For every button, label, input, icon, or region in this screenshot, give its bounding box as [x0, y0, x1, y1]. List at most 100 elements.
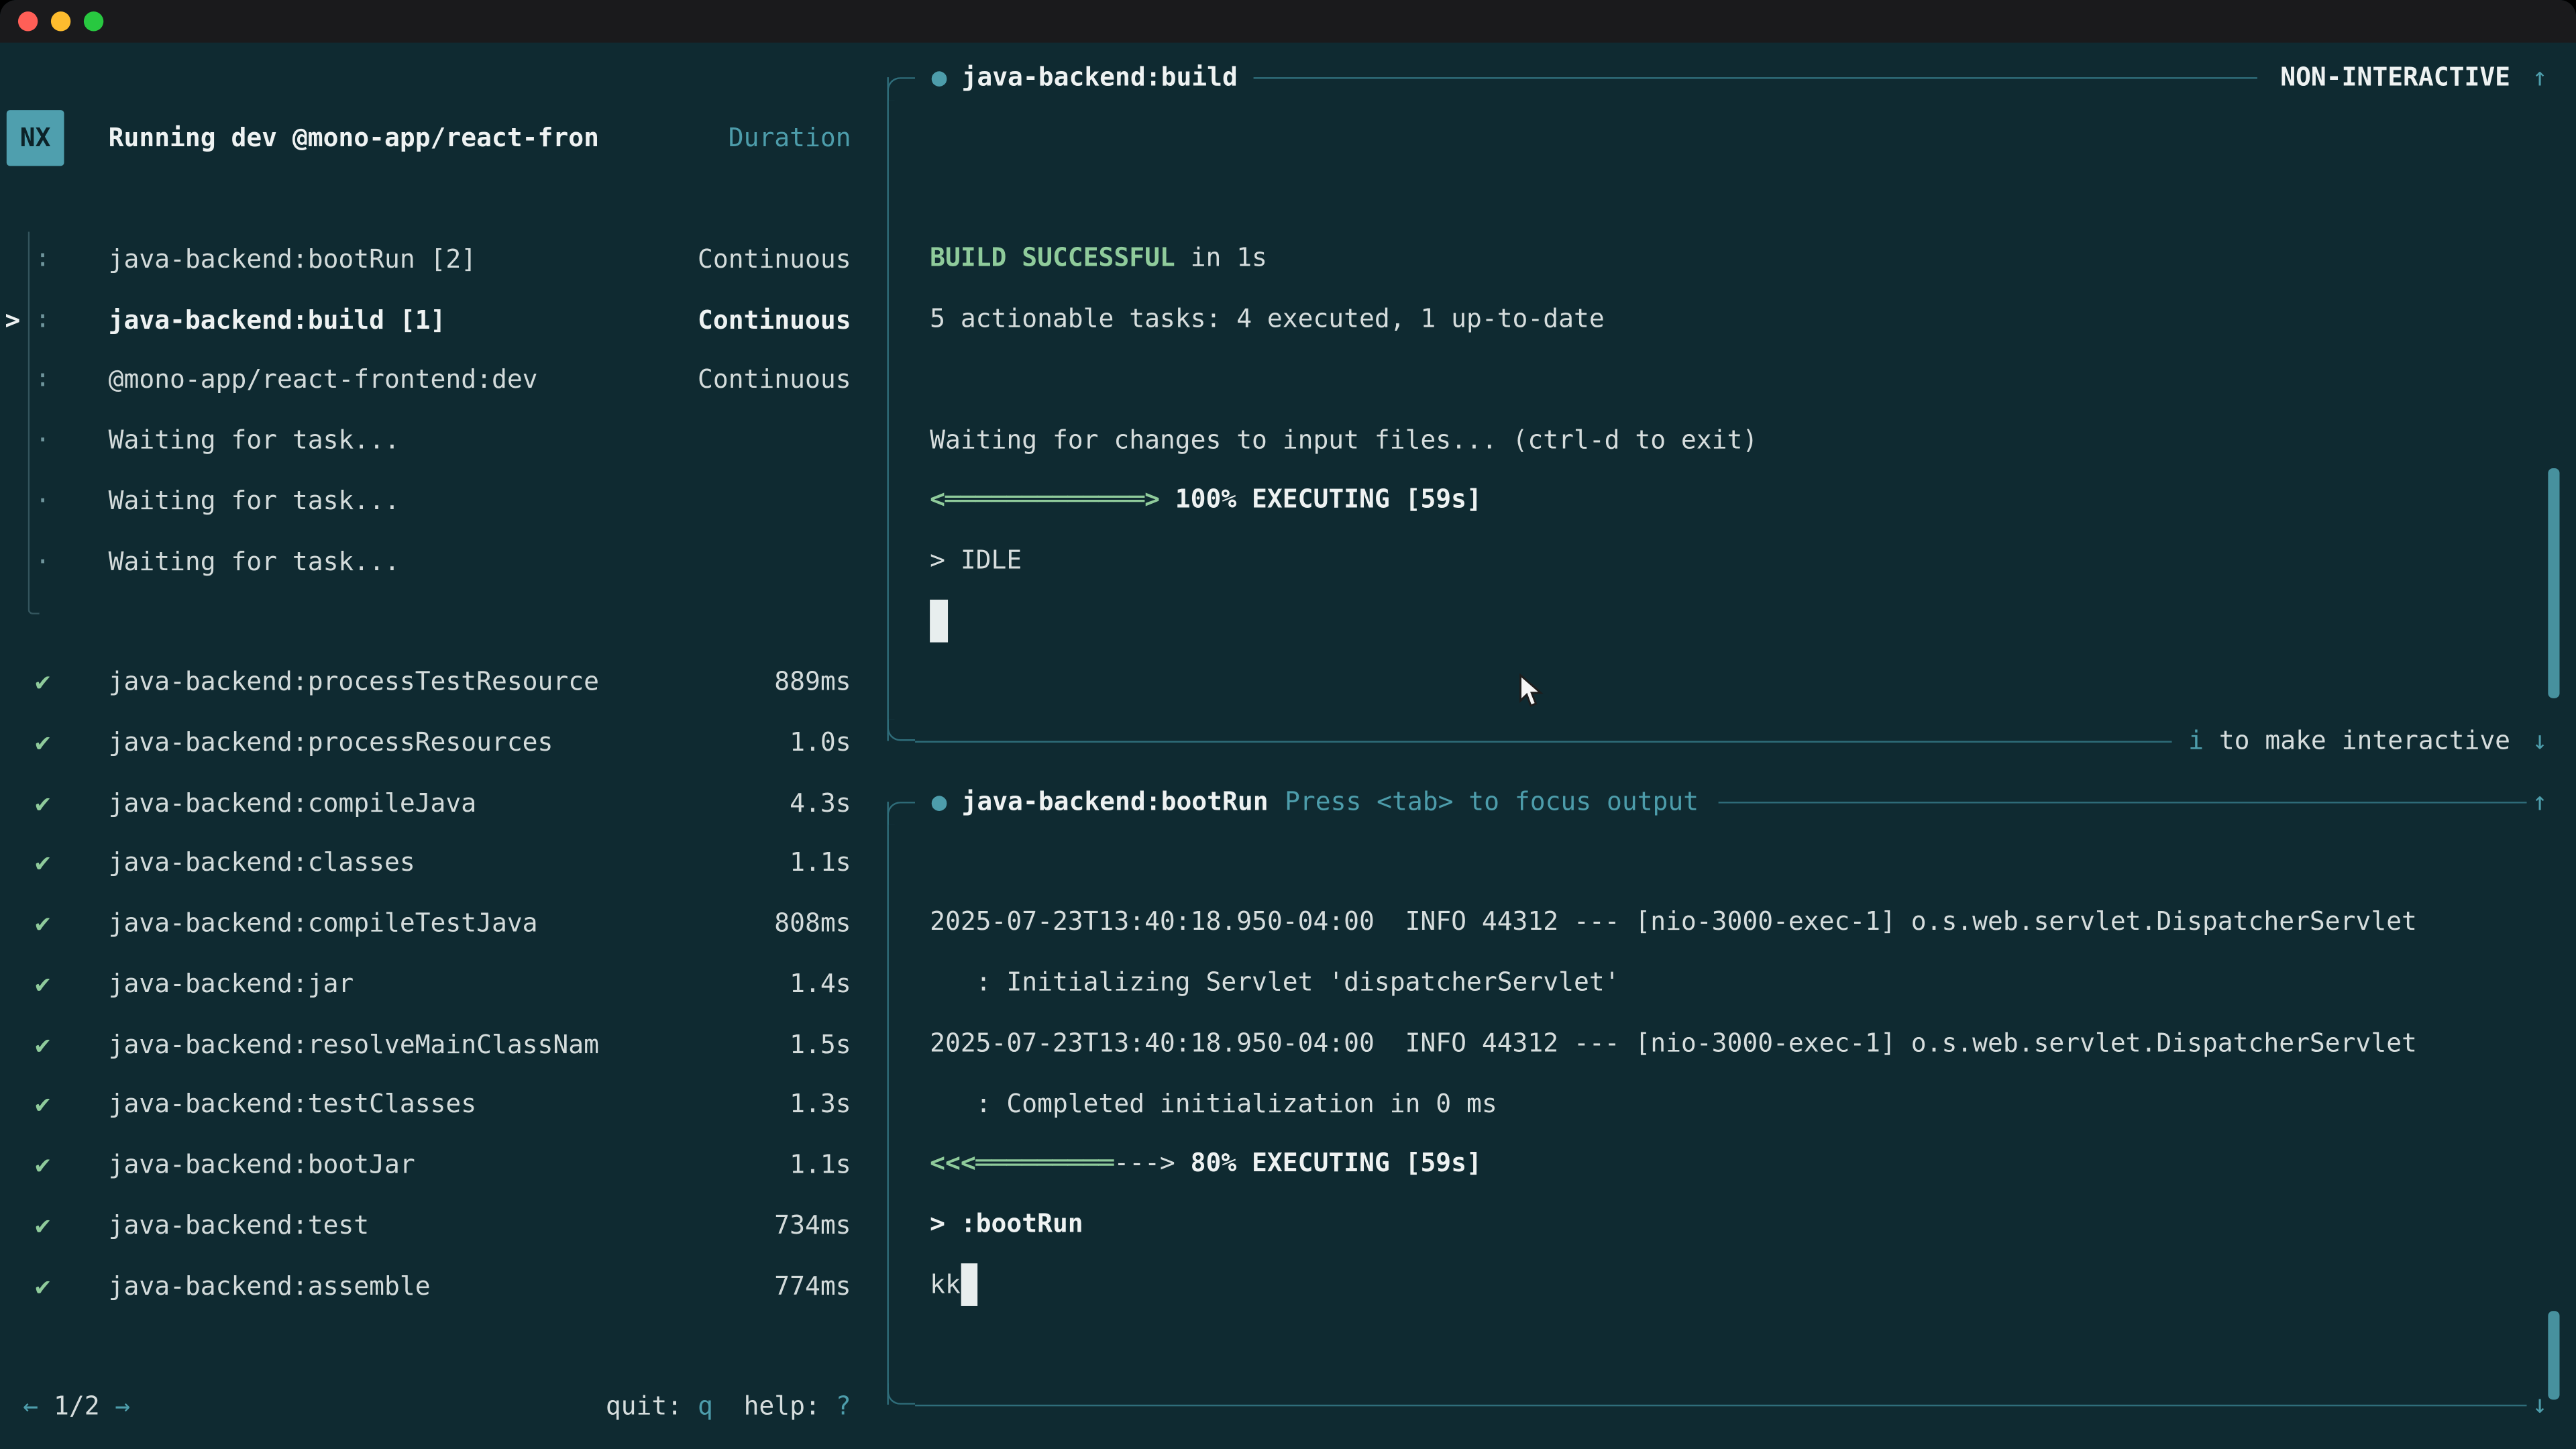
- text-segment: > :bootRun: [930, 1210, 1083, 1239]
- task-status-bullet-icon: ●: [932, 787, 947, 816]
- task-name: java-backend:bootJar: [109, 1150, 415, 1180]
- task-name: java-backend:compileJava: [109, 788, 476, 818]
- text-segment: : Completed initialization in 0 ms: [930, 1089, 1497, 1118]
- completed-task-row[interactable]: ✔java-backend:jar1.4s: [0, 954, 887, 1014]
- completed-task-row[interactable]: ✔ java-backend:processResources 1.0s: [0, 712, 887, 773]
- panel-border-corner: [887, 1383, 915, 1405]
- check-icon: ✔: [32, 667, 54, 697]
- terminal-line: Waiting for changes to input files... (c…: [930, 409, 2524, 470]
- completed-task-row[interactable]: ✔java-backend:classes1.1s: [0, 833, 887, 894]
- text-segment: i: [2188, 726, 2204, 755]
- check-icon: ✔: [32, 969, 54, 999]
- panel-border-line: [915, 1404, 2526, 1405]
- check-icon: ✔: [32, 728, 54, 757]
- text-segment: 100% EXECUTING [59s]: [1160, 485, 1482, 515]
- scrollbar-thumb[interactable]: [2548, 1311, 2559, 1399]
- panel-build-title-group: ● java-backend:build: [915, 62, 1254, 92]
- terminal-line: 5 actionable tasks: 4 executed, 1 up-to-…: [930, 288, 2524, 349]
- text-segment: BUILD SUCCESSFUL: [930, 244, 1175, 273]
- panel-bootrun-title-group: ● java-backend:bootRun: [915, 787, 1285, 816]
- text-segment: [961, 1263, 978, 1306]
- focus-output-hint: Press <tab> to focus output: [1285, 787, 1699, 816]
- completed-task-row[interactable]: ✔java-backend:compileJava4.3s: [0, 773, 887, 833]
- task-status-icon: ∶: [32, 245, 54, 274]
- completed-task-row[interactable]: ✔java-backend:testClasses1.3s: [0, 1075, 887, 1135]
- task-duration: 1.1s: [790, 1150, 851, 1180]
- check-icon: ✔: [32, 1271, 54, 1301]
- check-icon: ✔: [32, 1211, 54, 1240]
- task-status-icon: ∶: [32, 366, 54, 395]
- terminal-line: 2025-07-23T13:40:18.950-04:00 INFO 44312…: [930, 892, 2524, 953]
- scroll-down-icon[interactable]: ↓: [2527, 726, 2553, 755]
- pagination[interactable]: ← 1/2 →: [23, 1392, 130, 1421]
- panel-bootrun-title: java-backend:bootRun: [961, 787, 1268, 816]
- task-row[interactable]: >∶java-backend:build [1]Continuous: [0, 290, 887, 350]
- completed-task-row[interactable]: ✔java-backend:resolveMainClassNam1.5s: [0, 1014, 887, 1075]
- panel-bootrun-output: 2025-07-23T13:40:18.950-04:00 INFO 44312…: [930, 892, 2524, 1315]
- panel-border-line: [1719, 801, 2527, 802]
- task-name: Waiting for task...: [109, 426, 400, 455]
- task-row[interactable]: ∶@mono-app/react-frontend:devContinuous: [0, 350, 887, 411]
- task-name: java-backend:processResources: [109, 728, 553, 757]
- minimize-button[interactable]: [51, 11, 70, 31]
- terminal-line: [930, 349, 2524, 409]
- task-status-bullet-icon: ●: [932, 62, 947, 92]
- task-name: java-backend:testClasses: [109, 1090, 476, 1120]
- task-name: java-backend:bootRun [2]: [109, 245, 476, 274]
- task-row[interactable]: ·Waiting for task...: [0, 531, 887, 592]
- scroll-up-icon[interactable]: ↑: [2527, 787, 2553, 816]
- scroll-up-icon[interactable]: ↑: [2527, 62, 2553, 92]
- text-segment: <<<═════════: [930, 1149, 1114, 1179]
- text-segment: ?: [836, 1392, 851, 1421]
- task-row[interactable]: ∶ java-backend:bootRun [2] Continuous: [0, 229, 887, 290]
- text-segment: [930, 600, 947, 643]
- terminal-line: BUILD SUCCESSFUL in 1s: [930, 228, 2524, 288]
- text-segment: →: [100, 1392, 131, 1421]
- task-duration: 1.4s: [790, 969, 851, 999]
- task-name: java-backend:resolveMainClassNam: [109, 1030, 599, 1059]
- panel-border-line: [1254, 76, 2257, 78]
- completed-task-row[interactable]: ✔java-backend:compileTestJava808ms: [0, 894, 887, 954]
- task-row[interactable]: ·Waiting for task...: [0, 471, 887, 531]
- panel-build: ● java-backend:build NON-INTERACTIVE ↑ B…: [887, 77, 2556, 741]
- text-segment: help:: [713, 1392, 836, 1421]
- close-button[interactable]: [18, 11, 38, 31]
- task-duration: 1.1s: [790, 849, 851, 878]
- task-name: java-backend:processTestResource: [109, 667, 599, 697]
- text-segment: Waiting for changes to input files... (c…: [930, 425, 1758, 454]
- task-duration: 1.0s: [790, 728, 851, 757]
- window-titlebar: [0, 0, 2576, 43]
- task-name: java-backend:build [1]: [109, 305, 446, 335]
- completed-task-row[interactable]: ✔java-backend:bootJar1.1s: [0, 1135, 887, 1195]
- panel-border-corner: [887, 802, 915, 824]
- non-interactive-label: NON-INTERACTIVE: [2280, 62, 2510, 92]
- text-segment: <═════════════>: [930, 485, 1160, 515]
- text-segment: : Initializing Servlet 'dispatcherServle…: [930, 968, 1619, 998]
- panel-border-line: [915, 740, 2172, 741]
- completed-task-row[interactable]: ✔java-backend:processTestResource889ms: [0, 652, 887, 712]
- duration-column-header: Duration: [729, 123, 851, 153]
- check-icon: ✔: [32, 1090, 54, 1120]
- panel-build-header: ● java-backend:build NON-INTERACTIVE ↑: [889, 55, 2557, 99]
- text-segment: ←: [23, 1392, 54, 1421]
- completed-task-row[interactable]: ✔java-backend:assemble774ms: [0, 1256, 887, 1316]
- task-status-icon: ·: [32, 547, 54, 576]
- panel-border-corner: [887, 77, 915, 99]
- panel-build-title: java-backend:build: [961, 62, 1237, 92]
- zoom-button[interactable]: [84, 11, 103, 31]
- task-duration: 4.3s: [790, 788, 851, 818]
- sidebar-header: Running dev @mono-app/react-fron Duratio…: [0, 108, 887, 168]
- completed-task-row[interactable]: ✔java-backend:test734ms: [0, 1195, 887, 1256]
- terminal-line: > IDLE: [930, 530, 2524, 590]
- mouse-cursor-icon: [1518, 674, 1546, 711]
- sidebar-title: Running dev @mono-app/react-fron: [109, 123, 599, 153]
- scrollbar-thumb[interactable]: [2548, 468, 2559, 698]
- make-interactive-hint: i to make interactive: [2188, 726, 2510, 755]
- panel-build-output: BUILD SUCCESSFUL in 1s5 actionable tasks…: [930, 228, 2524, 651]
- task-status-icon: ∶: [32, 305, 54, 335]
- task-status: Continuous: [698, 245, 851, 274]
- selection-arrow-icon: >: [5, 305, 20, 335]
- task-name: java-backend:assemble: [109, 1271, 431, 1301]
- terminal-window: NX Running dev @mono-app/react-fron Dura…: [0, 0, 2576, 1449]
- task-row[interactable]: ·Waiting for task...: [0, 411, 887, 471]
